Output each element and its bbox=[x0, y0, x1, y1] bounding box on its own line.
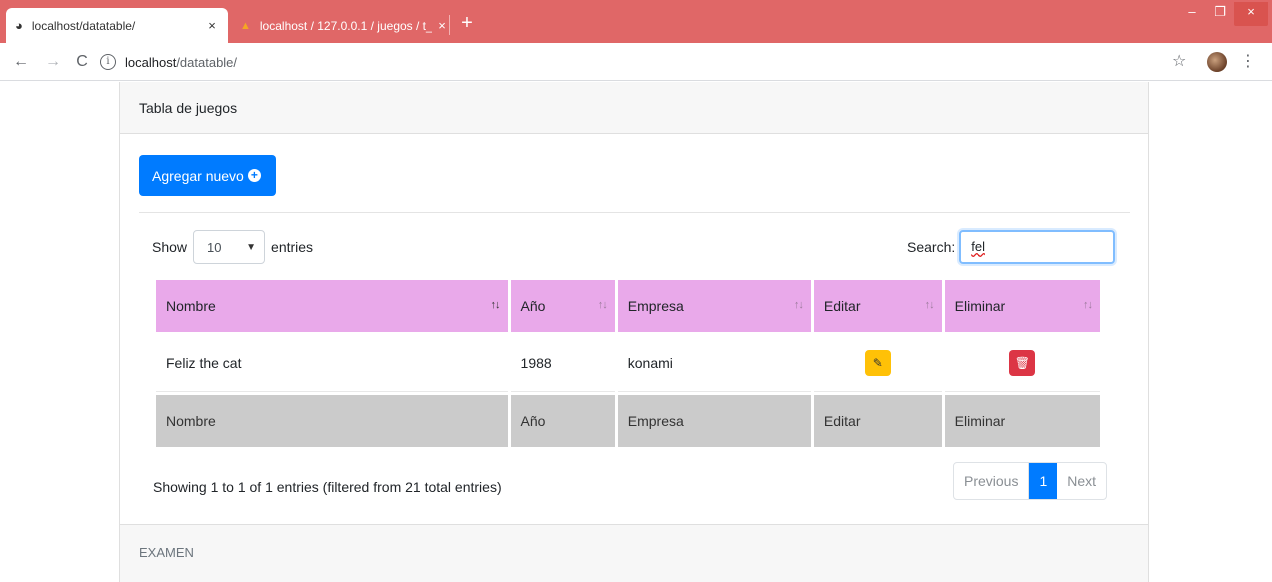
edit-button[interactable]: ✎ bbox=[864, 350, 891, 376]
tab-phpmyadmin[interactable]: ▲ localhost / 127.0.0.1 / juegos / t_j × bbox=[232, 8, 458, 43]
games-table: Nombre ↑↓ Año ↑↓ Empresa ↑↓ Editar ↑↓ Elimin… bbox=[153, 277, 1103, 450]
footer-empresa: Empresa bbox=[617, 395, 811, 447]
add-button-label: Agregar nuevo bbox=[152, 167, 244, 184]
bookmark-star-icon[interactable]: ☆ bbox=[1172, 51, 1186, 71]
page-1-button[interactable]: 1 bbox=[1029, 463, 1058, 499]
cell-anio: 1988 bbox=[510, 335, 615, 392]
new-tab-button[interactable]: + bbox=[455, 12, 479, 36]
cell-editar: ✎ bbox=[813, 335, 942, 392]
page-length-value: 10 bbox=[207, 239, 222, 255]
footer-anio: Año bbox=[510, 395, 615, 447]
plus-circle-icon: + bbox=[247, 169, 261, 182]
back-arrow-icon[interactable]: ← bbox=[10, 51, 32, 73]
phpmyadmin-icon: ▲ bbox=[240, 19, 251, 32]
column-header-eliminar[interactable]: Eliminar ↑↓ bbox=[944, 280, 1100, 332]
cell-eliminar: 🗑 bbox=[944, 335, 1100, 392]
tab-title: localhost/datatable/ bbox=[31, 18, 136, 33]
card-footer: EXAMEN bbox=[120, 524, 1148, 582]
pagination: Previous 1 Next bbox=[953, 462, 1108, 500]
column-header-empresa[interactable]: Empresa ↑↓ bbox=[617, 280, 811, 332]
page-length-control: Show 10 ▼ entries bbox=[152, 230, 313, 264]
column-label: Empresa bbox=[627, 298, 684, 314]
delete-button[interactable]: 🗑 bbox=[1009, 350, 1036, 376]
url-path: /datatable/ bbox=[176, 54, 238, 70]
window-close-button[interactable]: × bbox=[1234, 2, 1268, 26]
chevron-down-icon: ▼ bbox=[246, 241, 257, 253]
column-label: Año bbox=[520, 298, 546, 314]
tab-title: localhost / 127.0.0.1 / juegos / t_j bbox=[259, 18, 432, 33]
games-card: Tabla de juegos Agregar nuevo + Show 10 … bbox=[119, 82, 1149, 582]
page-length-select[interactable]: 10 ▼ bbox=[193, 230, 266, 264]
column-label: Eliminar bbox=[954, 298, 1006, 314]
info-icon[interactable]: i bbox=[100, 54, 116, 70]
column-label: Editar bbox=[823, 298, 861, 314]
search-input[interactable]: fel bbox=[959, 230, 1116, 264]
column-header-anio[interactable]: Año ↑↓ bbox=[510, 280, 615, 332]
cell-nombre: Feliz the cat bbox=[156, 335, 508, 392]
divider bbox=[139, 212, 1130, 213]
footer-editar: Editar bbox=[813, 395, 942, 447]
reload-icon[interactable]: C bbox=[71, 51, 93, 73]
sort-icon: ↑↓ bbox=[924, 299, 935, 311]
restore-button[interactable]: ❐ bbox=[1206, 2, 1234, 26]
entries-label: entries bbox=[271, 239, 314, 255]
globe-icon: ◕ bbox=[15, 18, 23, 33]
footer-nombre: Nombre bbox=[156, 395, 508, 447]
search-control: Search: fel bbox=[907, 230, 1116, 264]
search-input-value: fel bbox=[971, 239, 985, 254]
browser-menu-icon[interactable]: ⋮ bbox=[1240, 51, 1256, 71]
footer-eliminar: Eliminar bbox=[944, 395, 1100, 447]
table-footer-row: Nombre Año Empresa Editar Eliminar bbox=[156, 395, 1100, 447]
search-label: Search: bbox=[907, 239, 956, 255]
show-label: Show bbox=[152, 239, 188, 255]
cell-empresa: konami bbox=[617, 335, 811, 392]
table-header-row: Nombre ↑↓ Año ↑↓ Empresa ↑↓ Editar ↑↓ Elimin… bbox=[156, 280, 1100, 332]
browser-tab-bar: ◕ localhost/datatable/ × ▲ localhost / 1… bbox=[0, 0, 1272, 43]
tab-separator bbox=[449, 15, 450, 35]
sort-icon: ↑↓ bbox=[597, 299, 608, 311]
previous-button[interactable]: Previous bbox=[954, 463, 1030, 499]
sort-icon: ↑↓ bbox=[490, 299, 501, 311]
tab-close-icon[interactable]: × bbox=[202, 18, 222, 33]
forward-arrow-icon[interactable]: → bbox=[42, 51, 64, 73]
column-label: Nombre bbox=[166, 298, 216, 314]
sort-icon: ↑↓ bbox=[793, 299, 804, 311]
url-field[interactable]: i localhost/datatable/ bbox=[100, 48, 1190, 76]
url-host: localhost bbox=[125, 54, 177, 70]
table-row: Feliz the cat 1988 konami ✎ 🗑 bbox=[156, 335, 1100, 392]
address-bar: ← → C i localhost/datatable/ ☆ ⋮ bbox=[0, 43, 1272, 81]
add-new-button[interactable]: Agregar nuevo + bbox=[139, 155, 276, 196]
sort-icon: ↑↓ bbox=[1083, 299, 1093, 311]
next-button[interactable]: Next bbox=[1057, 463, 1106, 499]
table-info: Showing 1 to 1 of 1 entries (filtered fr… bbox=[153, 479, 502, 495]
tab-datatable[interactable]: ◕ localhost/datatable/ × bbox=[6, 8, 228, 43]
column-header-editar[interactable]: Editar ↑↓ bbox=[813, 280, 942, 332]
minimize-button[interactable]: – bbox=[1178, 2, 1206, 26]
column-header-nombre[interactable]: Nombre ↑↓ bbox=[156, 280, 508, 332]
profile-avatar[interactable] bbox=[1207, 52, 1227, 72]
card-title: Tabla de juegos bbox=[120, 82, 1148, 134]
